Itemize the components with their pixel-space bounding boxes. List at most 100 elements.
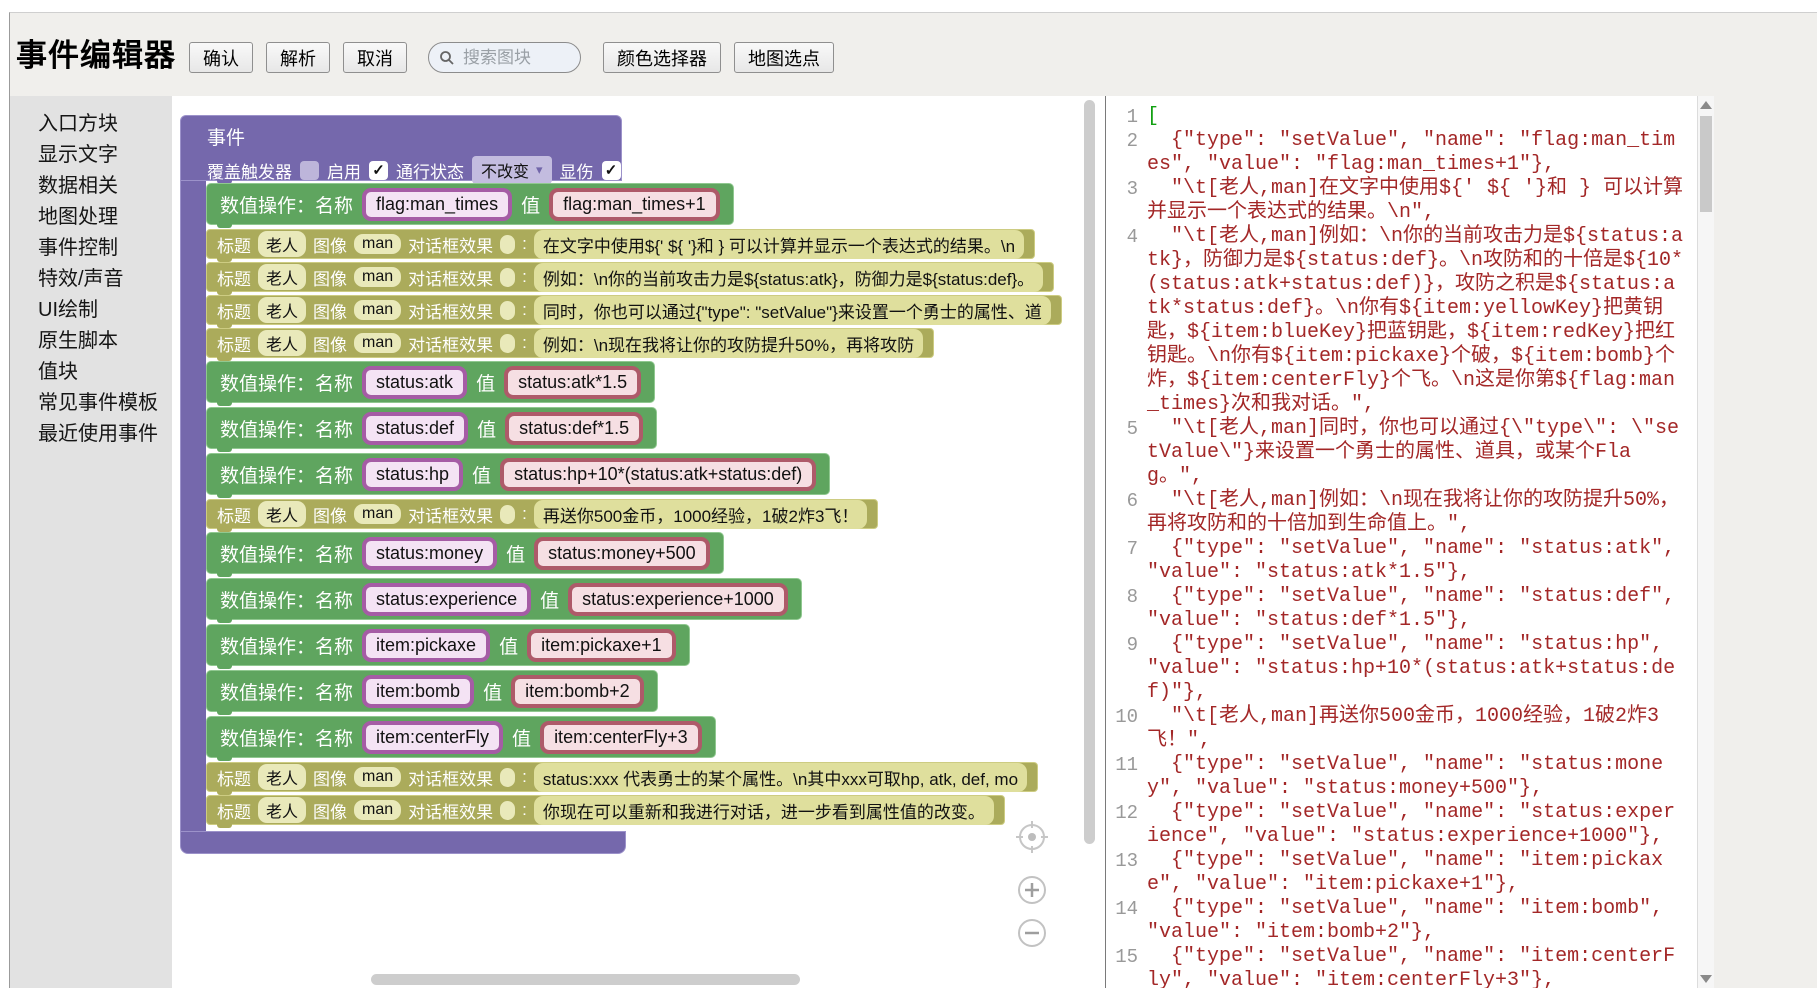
dialog-effect-field[interactable]	[500, 334, 515, 353]
code-line[interactable]: 7 {"type": "setValue", "name": "status:a…	[1106, 537, 1697, 585]
message-text-field[interactable]: 在文字中使用${' ${ '}和 } 可以计算并显示一个表达式的结果。\n	[534, 230, 1024, 259]
toolbox-item-6[interactable]: 特效/声音	[10, 264, 172, 295]
toolbox-item-7[interactable]: UI绘制	[10, 295, 172, 326]
title-chip[interactable]: 老人	[258, 797, 306, 823]
toolbox-item-2[interactable]: 显示文字	[10, 140, 172, 171]
code-line[interactable]: 9 {"type": "setValue", "name": "status:h…	[1106, 633, 1697, 705]
value-expression-chip[interactable]: status:experience+1000	[568, 583, 788, 616]
block-setvalue-row[interactable]: 数值操作：名称item:bomb值item:bomb+2	[206, 670, 658, 712]
dialog-effect-field[interactable]	[500, 801, 515, 820]
color-picker-button[interactable]: 颜色选择器	[603, 42, 721, 73]
block-showtext-row[interactable]: 标题老人图像man对话框效果:你现在可以重新和我进行对话，进一步看到属性值的改变…	[206, 795, 1005, 825]
value-expression-chip[interactable]: status:def*1.5	[505, 412, 643, 445]
title-chip[interactable]: 老人	[258, 297, 306, 323]
value-expression-chip[interactable]: item:bomb+2	[511, 675, 644, 708]
workspace-horizontal-scrollbar[interactable]	[371, 974, 800, 985]
enable-checkbox[interactable]: ✓	[369, 161, 388, 180]
code-line[interactable]: 14 {"type": "setValue", "name": "item:bo…	[1106, 897, 1697, 945]
value-expression-chip[interactable]: item:pickaxe+1	[527, 629, 676, 662]
block-setvalue-row[interactable]: 数值操作：名称flag:man_times值flag:man_times+1	[206, 183, 734, 225]
pass-status-dropdown[interactable]: 不改变 ▾	[472, 156, 552, 184]
name-value-chip[interactable]: item:centerFly	[362, 721, 503, 754]
blockly-workspace[interactable]: 事件 覆盖触发器 启用 ✓ 通行状态 不改变 ▾ 显伤 ✓ 数值操作：名称fla…	[172, 96, 1105, 988]
image-chip[interactable]: man	[354, 800, 401, 820]
code-line[interactable]: 6 "\t[老人,man]例如：\n现在我将让你的攻防提升50%，再将攻防和的十…	[1106, 489, 1697, 537]
toolbox-item-3[interactable]: 数据相关	[10, 171, 172, 202]
block-setvalue-row[interactable]: 数值操作：名称status:atk值status:atk*1.5	[206, 361, 655, 403]
dialog-effect-field[interactable]	[500, 768, 515, 787]
block-setvalue-row[interactable]: 数值操作：名称status:def值status:def*1.5	[206, 407, 657, 449]
block-setvalue-row[interactable]: 数值操作：名称status:money值status:money+500	[206, 532, 724, 574]
json-code-editor[interactable]: 1[2 {"type": "setValue", "name": "flag:m…	[1105, 96, 1697, 988]
block-setvalue-row[interactable]: 数值操作：名称item:centerFly值item:centerFly+3	[206, 716, 716, 758]
toolbox-item-10[interactable]: 常见事件模板	[10, 388, 172, 419]
locate-icon[interactable]	[1014, 819, 1050, 855]
image-chip[interactable]: man	[354, 504, 401, 524]
code-line[interactable]: 12 {"type": "setValue", "name": "status:…	[1106, 801, 1697, 849]
toolbox-item-1[interactable]: 入口方块	[10, 109, 172, 140]
code-line[interactable]: 10 "\t[老人,man]再送你500金币，1000经验，1破2炸3飞！",	[1106, 705, 1697, 753]
name-value-chip[interactable]: item:pickaxe	[362, 629, 490, 662]
toolbox-item-9[interactable]: 值块	[10, 357, 172, 388]
dialog-effect-field[interactable]	[500, 505, 515, 524]
code-line[interactable]: 13 {"type": "setValue", "name": "item:pi…	[1106, 849, 1697, 897]
message-text-field[interactable]: 例如：\n现在我将让你的攻防提升50%，再将攻防	[534, 329, 923, 358]
block-showtext-row[interactable]: 标题老人图像man对话框效果:再送你500金币，1000经验，1破2炸3飞！	[206, 499, 878, 529]
event-block-header[interactable]: 事件 覆盖触发器 启用 ✓ 通行状态 不改变 ▾ 显伤 ✓	[180, 115, 622, 181]
block-showtext-row[interactable]: 标题老人图像man对话框效果:例如：\n你的当前攻击力是${status:atk…	[206, 262, 1054, 292]
code-scrollbar-thumb[interactable]	[1700, 116, 1712, 212]
workspace-vertical-scrollbar[interactable]	[1084, 100, 1095, 844]
code-line[interactable]: 3 "\t[老人,man]在文字中使用${' ${ '}和 } 可以计算并显示一…	[1106, 177, 1697, 225]
map-point-button[interactable]: 地图选点	[734, 42, 834, 73]
code-line[interactable]: 11 {"type": "setValue", "name": "status:…	[1106, 753, 1697, 801]
message-text-field[interactable]: 你现在可以重新和我进行对话，进一步看到属性值的改变。	[534, 796, 994, 825]
toolbox-item-5[interactable]: 事件控制	[10, 233, 172, 264]
block-setvalue-row[interactable]: 数值操作：名称item:pickaxe值item:pickaxe+1	[206, 624, 690, 666]
parse-button[interactable]: 解析	[266, 42, 330, 73]
title-chip[interactable]: 老人	[258, 501, 306, 527]
code-line[interactable]: 1[	[1106, 105, 1697, 129]
name-value-chip[interactable]: flag:man_times	[362, 188, 512, 221]
value-expression-chip[interactable]: status:atk*1.5	[504, 366, 641, 399]
trigger-checkbox[interactable]	[300, 161, 319, 180]
image-chip[interactable]: man	[354, 267, 401, 287]
title-chip[interactable]: 老人	[258, 231, 306, 257]
block-setvalue-row[interactable]: 数值操作：名称status:hp值status:hp+10*(status:at…	[206, 453, 830, 495]
toolbox-item-4[interactable]: 地图处理	[10, 202, 172, 233]
value-expression-chip[interactable]: flag:man_times+1	[549, 188, 720, 221]
title-chip[interactable]: 老人	[258, 264, 306, 290]
block-showtext-row[interactable]: 标题老人图像man对话框效果:status:xxx 代表勇士的某个属性。\n其中…	[206, 762, 1038, 792]
toolbox-item-8[interactable]: 原生脚本	[10, 326, 172, 357]
name-value-chip[interactable]: status:experience	[362, 583, 531, 616]
scroll-up-arrow-icon[interactable]	[1700, 101, 1712, 109]
dialog-effect-field[interactable]	[500, 235, 515, 254]
block-showtext-row[interactable]: 标题老人图像man对话框效果:在文字中使用${' ${ '}和 } 可以计算并显…	[206, 229, 1035, 259]
scroll-down-arrow-icon[interactable]	[1700, 975, 1712, 983]
search-box[interactable]	[428, 42, 581, 73]
value-expression-chip[interactable]: status:hp+10*(status:atk+status:def)	[500, 458, 816, 491]
cancel-button[interactable]: 取消	[343, 42, 407, 73]
image-chip[interactable]: man	[354, 767, 401, 787]
name-value-chip[interactable]: status:atk	[362, 366, 467, 399]
damage-checkbox[interactable]: ✓	[602, 161, 621, 180]
image-chip[interactable]: man	[354, 234, 401, 254]
code-scrollbar[interactable]	[1697, 96, 1714, 988]
zoom-out-icon[interactable]	[1014, 915, 1050, 951]
code-line[interactable]: 2 {"type": "setValue", "name": "flag:man…	[1106, 129, 1697, 177]
code-line[interactable]: 4 "\t[老人,man]例如：\n你的当前攻击力是${status:atk}，…	[1106, 225, 1697, 417]
code-line[interactable]: 15 {"type": "setValue", "name": "item:ce…	[1106, 945, 1697, 988]
message-text-field[interactable]: 再送你500金币，1000经验，1破2炸3飞！	[534, 500, 868, 529]
toolbox-item-11[interactable]: 最近使用事件	[10, 419, 172, 450]
value-expression-chip[interactable]: item:centerFly+3	[540, 721, 702, 754]
message-text-field[interactable]: 同时，你也可以通过{"type": "setValue"}来设置一个勇士的属性、…	[534, 296, 1051, 325]
value-expression-chip[interactable]: status:money+500	[534, 537, 710, 570]
zoom-in-icon[interactable]	[1014, 872, 1050, 908]
image-chip[interactable]: man	[354, 333, 401, 353]
code-line[interactable]: 5 "\t[老人,man]同时，你也可以通过{\"type\": \"setVa…	[1106, 417, 1697, 489]
title-chip[interactable]: 老人	[258, 330, 306, 356]
name-value-chip[interactable]: status:money	[362, 537, 497, 570]
title-chip[interactable]: 老人	[258, 764, 306, 790]
name-value-chip[interactable]: item:bomb	[362, 675, 474, 708]
block-showtext-row[interactable]: 标题老人图像man对话框效果:例如：\n现在我将让你的攻防提升50%，再将攻防	[206, 328, 934, 358]
block-showtext-row[interactable]: 标题老人图像man对话框效果:同时，你也可以通过{"type": "setVal…	[206, 295, 1062, 325]
